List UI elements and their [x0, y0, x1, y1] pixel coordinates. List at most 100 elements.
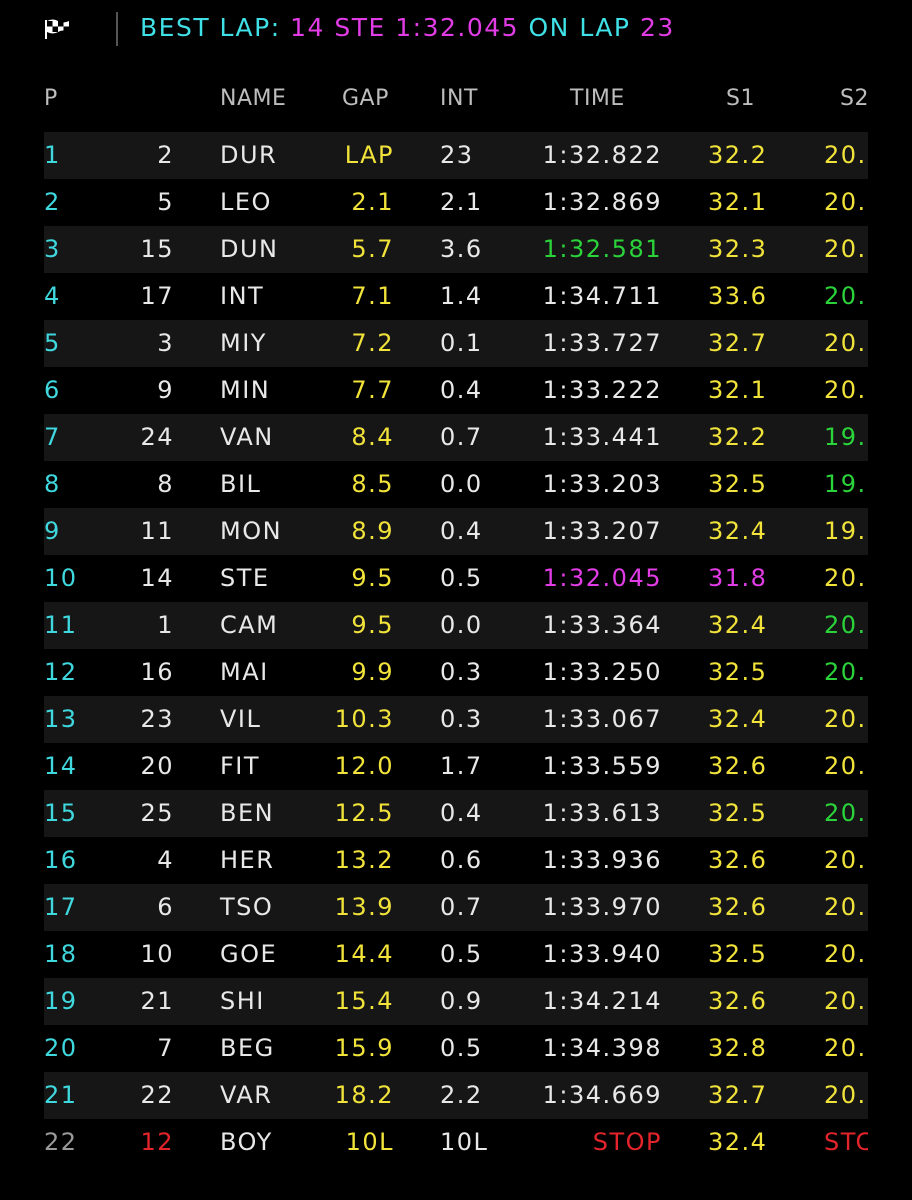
table-row: 1 2 DUR LAP 23 1:32.822 32.2 20.: [44, 132, 868, 179]
cell-name: BIL: [220, 470, 262, 498]
cell-time: 1:33.067: [542, 705, 662, 733]
table-row: 12 16 MAI 9.9 0.3 1:33.250 32.5 20.: [44, 649, 868, 696]
cell-int: 0.4: [440, 376, 483, 404]
cell-int: 0.7: [440, 893, 483, 921]
cell-gap: 10.3: [334, 705, 394, 733]
cell-s2: 20.: [824, 893, 867, 921]
cell-int: 0.3: [440, 705, 483, 733]
cell-time: 1:33.936: [542, 846, 662, 874]
cell-s1: 33.6: [708, 282, 768, 310]
cell-time: 1:33.441: [542, 423, 662, 451]
cell-s2: 20.: [824, 1034, 867, 1062]
cell-gap: 14.4: [334, 940, 394, 968]
cell-num: 14: [140, 564, 174, 592]
cell-time: 1:33.559: [542, 752, 662, 780]
cell-time: 1:34.398: [542, 1034, 662, 1062]
cell-s1: 32.4: [708, 705, 768, 733]
cell-s2: 20.: [824, 282, 867, 310]
cell-s2: 20.: [824, 705, 867, 733]
cell-name: LEO: [220, 188, 272, 216]
cell-s1: 32.2: [708, 423, 768, 451]
cell-s1: 32.6: [708, 846, 768, 874]
cell-s2: 20.: [824, 940, 867, 968]
column-headers: P NAME GAP INT TIME S1 S2: [0, 86, 912, 120]
cell-time: 1:34.214: [542, 987, 662, 1015]
table-row: 11 1 CAM 9.5 0.0 1:33.364 32.4 20.: [44, 602, 868, 649]
cell-name: CAM: [220, 611, 279, 639]
table-row: 8 8 BIL 8.5 0.0 1:33.203 32.5 19.: [44, 461, 868, 508]
cell-int: 0.5: [440, 940, 483, 968]
cell-int: 0.4: [440, 517, 483, 545]
cell-time: 1:33.613: [542, 799, 662, 827]
cell-gap: 12.5: [334, 799, 394, 827]
table-row: 4 17 INT 7.1 1.4 1:34.711 33.6 20.: [44, 273, 868, 320]
cell-gap: 8.9: [351, 517, 394, 545]
cell-s1: 32.8: [708, 1034, 768, 1062]
cell-num: 7: [157, 1034, 174, 1062]
cell-name: VIL: [220, 705, 262, 733]
cell-gap: 7.7: [351, 376, 394, 404]
header-s1: S1: [726, 86, 755, 111]
table-row: 22 12 BOY 10L 10L STOP 32.4 STC: [44, 1119, 868, 1166]
best-lap-on: ON LAP: [528, 13, 631, 42]
cell-s2: 20.: [824, 564, 867, 592]
timing-table: 1 2 DUR LAP 23 1:32.822 32.2 20. 2 5 LEO 2.1 2.1 1:32…: [44, 132, 868, 1190]
cell-num: 16: [140, 658, 174, 686]
cell-num: 12: [140, 1128, 174, 1156]
cell-gap: 15.4: [334, 987, 394, 1015]
best-lap-banner: BEST LAP: 14 STE 1:32.045 ON LAP 23: [140, 13, 675, 42]
cell-int: 0.6: [440, 846, 483, 874]
cell-gap: 7.1: [351, 282, 394, 310]
cell-num: 9: [157, 376, 174, 404]
cell-s2: 20.: [824, 188, 867, 216]
cell-s1: 32.5: [708, 658, 768, 686]
cell-name: TSO: [220, 893, 274, 921]
cell-time: 1:34.669: [542, 1081, 662, 1109]
cell-s1: 32.5: [708, 799, 768, 827]
table-row: 6 9 MIN 7.7 0.4 1:33.222 32.1 20.: [44, 367, 868, 414]
cell-num: 1: [157, 611, 174, 639]
cell-gap: 13.9: [334, 893, 394, 921]
cell-time: 1:33.940: [542, 940, 662, 968]
cell-name: STE: [220, 564, 270, 592]
cell-gap: 8.5: [351, 470, 394, 498]
cell-name: MIN: [220, 376, 271, 404]
cell-num: 23: [140, 705, 174, 733]
cell-int: 1.4: [440, 282, 483, 310]
header-divider: [116, 12, 118, 46]
cell-num: 2: [157, 141, 174, 169]
cell-name: INT: [220, 282, 265, 310]
cell-num: 17: [140, 282, 174, 310]
cell-gap: 15.9: [334, 1034, 394, 1062]
header-gap: GAP: [342, 86, 389, 111]
table-row: 7 24 VAN 8.4 0.7 1:33.441 32.2 19.: [44, 414, 868, 461]
cell-name: HER: [220, 846, 275, 874]
cell-time: 1:34.711: [542, 282, 662, 310]
cell-s2: 20.: [824, 235, 867, 263]
cell-s2: 20.: [824, 658, 867, 686]
cell-s2: 19.: [824, 517, 867, 545]
cell-s1: 32.1: [708, 188, 768, 216]
cell-num: 21: [140, 987, 174, 1015]
best-lap-label: BEST LAP:: [140, 13, 281, 42]
cell-num: 11: [140, 517, 174, 545]
cell-time: 1:33.203: [542, 470, 662, 498]
cell-time: 1:32.869: [542, 188, 662, 216]
cell-gap: 9.5: [351, 564, 394, 592]
cell-s1: 32.4: [708, 611, 768, 639]
cell-gap: 7.2: [351, 329, 394, 357]
cell-s2: 19.: [824, 470, 867, 498]
cell-s2: 20.: [824, 141, 867, 169]
cell-int: 2.2: [440, 1081, 483, 1109]
table-row: 14 20 FIT 12.0 1.7 1:33.559 32.6 20.: [44, 743, 868, 790]
table-row: 13 23 VIL 10.3 0.3 1:33.067 32.4 20.: [44, 696, 868, 743]
cell-int: 3.6: [440, 235, 483, 263]
header-name: NAME: [220, 86, 287, 111]
cell-time: STOP: [592, 1128, 662, 1156]
cell-int: 0.1: [440, 329, 483, 357]
cell-s2: 20.: [824, 987, 867, 1015]
cell-int: 0.5: [440, 564, 483, 592]
table-row: 2 5 LEO 2.1 2.1 1:32.869 32.1 20.: [44, 179, 868, 226]
cell-name: MIY: [220, 329, 267, 357]
cell-time: 1:33.970: [542, 893, 662, 921]
